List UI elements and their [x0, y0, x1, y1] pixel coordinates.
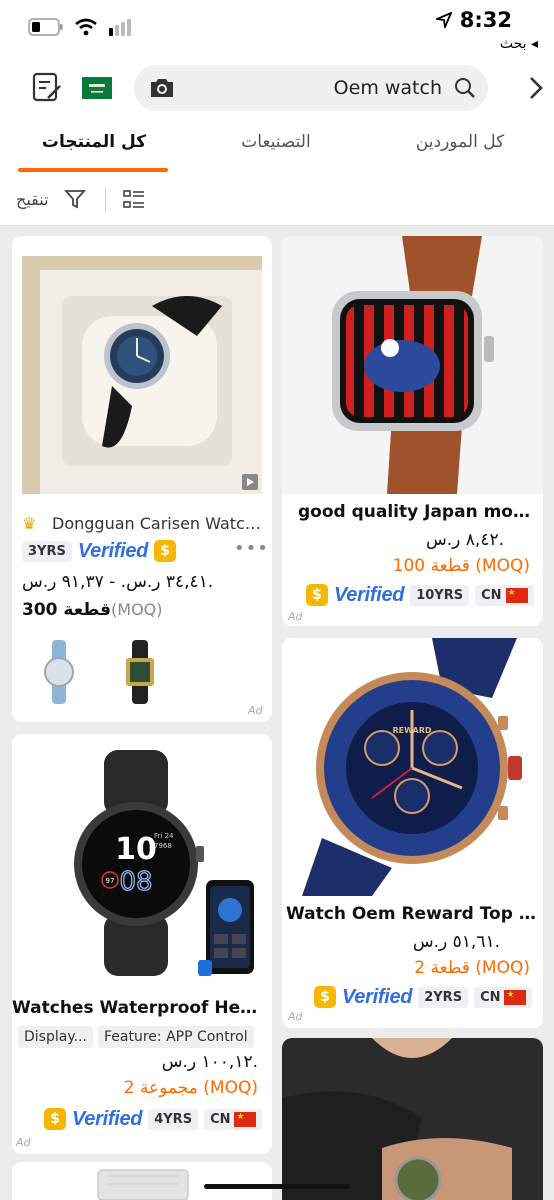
search-header: Oem watch: [0, 58, 554, 122]
product-title[interactable]: Watches Waterproof Heart...: [12, 998, 264, 1018]
camera-icon[interactable]: [148, 76, 176, 100]
tab-manufacturers[interactable]: التصنيعات: [196, 132, 356, 152]
search-input[interactable]: Oem watch: [134, 65, 488, 111]
trade-assurance-icon: $: [306, 584, 328, 606]
filter-button[interactable]: تنقيح: [16, 190, 49, 209]
china-flag-icon: [234, 1111, 257, 1127]
product-card-japan-movement[interactable]: good quality Japan move... ٨,٤٢ ر.س. 100…: [282, 236, 543, 626]
status-time: 8:32: [459, 8, 512, 32]
supplier-badges: $ Verified 10YRS CN: [306, 582, 534, 608]
verified-badge: Verified: [72, 1107, 143, 1130]
feature-chip-app-control: Feature: APP Control: [98, 1026, 254, 1048]
filter-funnel-icon[interactable]: [64, 188, 86, 210]
trade-assurance-icon: $: [44, 1108, 66, 1130]
product-image-round-smartwatch[interactable]: 10 08 Fri 24 7968 97: [12, 734, 272, 990]
product-image-silver-watch[interactable]: [12, 1162, 272, 1200]
variant-thumb-square-watch[interactable]: [110, 640, 170, 704]
product-title[interactable]: good quality Japan move...: [298, 502, 534, 522]
smartwatch-time: 10: [115, 832, 157, 867]
more-options-icon[interactable]: •••: [234, 538, 269, 559]
edit-note-icon[interactable]: [32, 72, 62, 104]
smartwatch-steps: 7968: [154, 842, 172, 850]
product-card-wrist-watch[interactable]: [282, 1038, 543, 1200]
price: ١٠٠,١٢ ر.س.: [161, 1052, 258, 1072]
search-query: Oem watch: [333, 77, 442, 99]
product-card-carisen[interactable]: ♛ Dongguan Carisen Watch... 3YRS Verifie…: [12, 236, 272, 722]
product-image-square-smartwatch[interactable]: [282, 236, 543, 494]
china-flag-icon: [504, 989, 527, 1005]
ad-label: Ad: [16, 1136, 31, 1149]
moq: 2 مجموعة (MOQ): [123, 1078, 258, 1098]
ad-label: Ad: [288, 1010, 303, 1023]
chevron-right-icon[interactable]: [528, 76, 544, 100]
supplier-badges: $ Verified 2YRS CN: [314, 984, 533, 1010]
signal-icon: [109, 19, 131, 36]
country-code: CN: [480, 989, 501, 1005]
product-image-wrist-watch[interactable]: [282, 1038, 543, 1200]
supplier-badges: 3YRS Verified $: [22, 538, 177, 564]
country-badge: CN: [204, 1108, 263, 1130]
country-code: CN: [481, 587, 502, 603]
variant-thumb-blue-watch[interactable]: [34, 640, 84, 704]
filter-divider: [105, 188, 106, 212]
verified-badge: Verified: [334, 583, 405, 606]
back-to-search-link[interactable]: بحث ◂: [500, 36, 538, 52]
status-bar: 8:32 بحث ◂: [0, 0, 554, 58]
tab-all-products[interactable]: كل المنتجات: [14, 132, 174, 152]
status-icons: [28, 18, 132, 36]
reward-brand: REWARD: [392, 726, 431, 735]
country-badge: CN: [475, 584, 534, 606]
country-badge: CN: [474, 986, 533, 1008]
smartwatch-date: Fri 24: [154, 832, 174, 840]
verified-badge: Verified: [342, 985, 413, 1008]
active-tab-indicator: [18, 168, 168, 172]
country-code: CN: [210, 1111, 231, 1127]
moq: 100 قطعة (MOQ): [392, 556, 530, 576]
moq: 300 قطعة(MOQ): [22, 600, 163, 620]
years-badge: 3YRS: [22, 540, 72, 562]
moq-value: 300 قطعة: [22, 600, 112, 620]
years-badge: 4YRS: [148, 1108, 199, 1130]
feature-chip-display: Display...: [18, 1026, 93, 1048]
battery-icon: [28, 18, 63, 36]
years-badge: 2YRS: [418, 986, 469, 1008]
ad-label: Ad: [288, 610, 303, 623]
location-arrow-icon: [436, 12, 452, 28]
supplier-badges: $ Verified 4YRS CN: [44, 1106, 263, 1132]
ad-label: Ad: [248, 704, 263, 717]
moq: 2 قطعة (MOQ): [414, 958, 530, 978]
home-indicator[interactable]: [204, 1184, 350, 1189]
supplier-name[interactable]: Dongguan Carisen Watch...: [52, 514, 262, 533]
saudi-flag-icon[interactable]: [82, 77, 112, 99]
product-image-reward-chronograph[interactable]: REWARD: [282, 638, 543, 896]
smartwatch-hr: 97: [106, 877, 115, 885]
price: ٨,٤٢ ر.س.: [426, 530, 504, 550]
price-range: ٣٤,٤١ ر.س. - ٩١,٣٧ ر.س.: [22, 572, 214, 592]
results-tabs: كل المنتجات التصنيعات كل الموردين: [0, 122, 554, 174]
product-card-silver-watch[interactable]: [12, 1162, 272, 1200]
product-image-ladies-watch[interactable]: [22, 256, 262, 494]
moq-label: (MOQ): [111, 600, 163, 619]
verified-badge: Verified: [77, 539, 149, 562]
price: ٥١,٦١ ر.س.: [412, 932, 500, 952]
product-card-heart-watch[interactable]: 10 08 Fri 24 7968 97 Watches Waterproof …: [12, 734, 272, 1154]
filter-bar: تنقيح: [0, 174, 554, 226]
smartwatch-minutes: 08: [119, 867, 152, 897]
years-badge: 10YRS: [410, 584, 470, 606]
gold-crown-icon: ♛: [22, 514, 37, 533]
trade-assurance-icon: $: [154, 540, 177, 562]
list-view-icon[interactable]: [122, 188, 146, 212]
tab-all-suppliers[interactable]: كل الموردين: [380, 132, 540, 152]
product-card-reward[interactable]: REWARD Watch Oem Reward Top Br... ٥١,٦١ …: [282, 638, 543, 1028]
wifi-icon: [75, 18, 97, 36]
china-flag-icon: [505, 587, 528, 603]
product-title[interactable]: Watch Oem Reward Top Br...: [286, 904, 538, 924]
search-icon[interactable]: [454, 77, 476, 99]
trade-assurance-icon: $: [314, 986, 336, 1008]
